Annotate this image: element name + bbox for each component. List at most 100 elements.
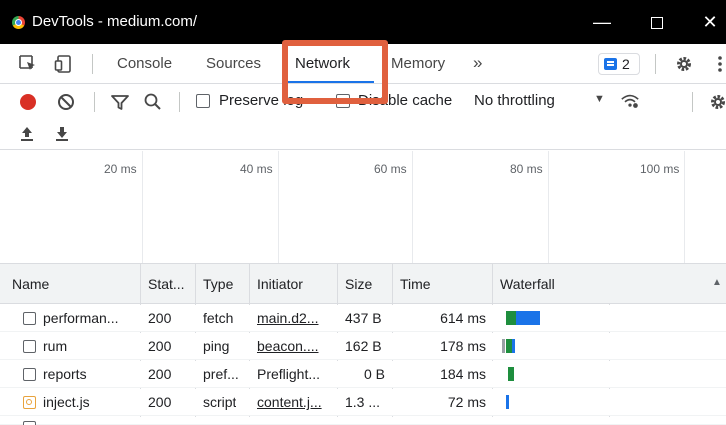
request-time: 614 ms: [440, 310, 486, 326]
column-header-size[interactable]: Size: [345, 276, 372, 292]
tab-memory[interactable]: Memory: [391, 55, 445, 72]
overview-gridline: [548, 151, 549, 263]
request-time: 72 ms: [447, 394, 486, 410]
maximize-button[interactable]: [643, 8, 671, 36]
issues-counter-button[interactable]: 2: [598, 53, 640, 75]
column-header-status[interactable]: Stat...: [148, 276, 185, 292]
search-icon[interactable]: [143, 92, 163, 112]
document-icon: [23, 368, 36, 381]
preserve-log-checkbox[interactable]: [196, 94, 210, 108]
overview-gridline: [142, 151, 143, 263]
title-bar: DevTools - medium.com/ — ✕: [0, 0, 726, 44]
column-header-name[interactable]: Name: [12, 276, 49, 292]
request-type: pref...: [203, 366, 239, 382]
column-header-time[interactable]: Time: [400, 276, 431, 292]
request-name: rum: [43, 338, 68, 354]
request-type: fetch: [203, 310, 234, 326]
column-header-initiator[interactable]: Initiator: [257, 276, 303, 292]
settings-gear-icon[interactable]: [674, 54, 694, 74]
chrome-logo-icon: [12, 16, 25, 29]
close-button[interactable]: ✕: [696, 8, 724, 36]
panel-tabs-bar: Console Sources Network Memory » 2: [0, 44, 726, 84]
request-status: 200: [148, 310, 172, 326]
overview-tick-label: 80 ms: [510, 162, 543, 176]
network-settings-gear-icon[interactable]: [708, 92, 726, 112]
column-header-waterfall[interactable]: Waterfall: [500, 276, 555, 292]
toolbar-separator: [179, 92, 180, 112]
request-name: performan...: [43, 310, 119, 326]
waterfall-bar-waiting: [508, 367, 514, 381]
disable-cache-checkbox[interactable]: [336, 94, 350, 108]
request-time: 184 ms: [440, 366, 486, 382]
request-initiator-link[interactable]: content.j...: [257, 394, 335, 410]
request-initiator: Preflight...: [257, 366, 321, 382]
request-size: 1.3 ...: [345, 394, 381, 410]
window-title: DevTools - medium.com/: [32, 13, 198, 30]
disable-cache-label: Disable cache: [358, 92, 453, 109]
network-toolbar: Preserve log Disable cache No throttling…: [0, 84, 726, 120]
request-initiator-link[interactable]: beacon....: [257, 338, 335, 354]
network-conditions-wifi-icon[interactable]: [620, 91, 640, 111]
issues-count: 2: [622, 56, 630, 72]
waterfall-bar-waiting: [506, 311, 516, 325]
request-time: 178 ms: [440, 338, 486, 354]
toolbar-separator: [94, 92, 95, 112]
overview-tick-label: 20 ms: [104, 162, 137, 176]
request-status: 200: [148, 394, 172, 410]
import-har-upload-icon[interactable]: [17, 124, 37, 144]
tab-sources[interactable]: Sources: [206, 55, 261, 72]
record-button[interactable]: [20, 94, 36, 110]
script-file-icon: [23, 396, 36, 409]
overview-gridline: [278, 151, 279, 263]
request-type: script: [203, 394, 237, 410]
document-icon: [23, 421, 36, 425]
request-name: reports: [43, 366, 87, 382]
overview-gridline: [684, 151, 685, 263]
waterfall-bar-download: [506, 395, 509, 409]
request-size: 162 B: [345, 338, 382, 354]
overview-tick-label: 100 ms: [640, 162, 680, 176]
tab-network[interactable]: Network: [295, 55, 350, 72]
request-initiator-link[interactable]: main.d2...: [257, 310, 335, 326]
waterfall-bar-download: [512, 339, 515, 353]
request-status: 200: [148, 338, 172, 354]
network-overview-timeline[interactable]: 20 ms 40 ms 60 ms 80 ms 100 ms: [0, 151, 726, 264]
import-export-toolbar: [0, 120, 726, 150]
export-har-download-icon[interactable]: [52, 124, 72, 144]
waterfall-bar-queueing: [502, 339, 505, 353]
minimize-button[interactable]: —: [588, 8, 616, 36]
column-header-type[interactable]: Type: [203, 276, 233, 292]
table-row[interactable]: performan... 200 fetch main.d2... 437 B …: [0, 305, 726, 332]
preserve-log-label: Preserve log: [219, 92, 304, 109]
active-tab-indicator: [288, 81, 374, 83]
request-name: inject.js: [43, 394, 90, 410]
request-status: 200: [148, 366, 172, 382]
chevron-down-icon[interactable]: ▼: [594, 93, 605, 105]
throttling-select[interactable]: No throttling: [474, 92, 555, 109]
request-size: 0 B: [363, 366, 385, 382]
waterfall-bar-download: [516, 311, 540, 325]
request-type: ping: [203, 338, 230, 354]
inspect-element-icon[interactable]: [18, 54, 38, 74]
toolbar-separator: [92, 54, 93, 74]
request-size: 437 B: [345, 310, 382, 326]
message-icon: [604, 58, 617, 70]
table-row[interactable]: [0, 417, 726, 425]
document-icon: [23, 340, 36, 353]
table-row[interactable]: reports 200 pref... Preflight... 0 B 184…: [0, 361, 726, 388]
table-row[interactable]: inject.js 200 script content.j... 1.3 ..…: [0, 389, 726, 416]
overview-tick-label: 60 ms: [374, 162, 407, 176]
more-tabs-chevron-icon[interactable]: »: [473, 53, 482, 73]
document-icon: [23, 312, 36, 325]
overview-gridline: [412, 151, 413, 263]
toolbar-separator: [655, 54, 656, 74]
toolbar-separator: [692, 92, 693, 112]
more-options-icon[interactable]: [710, 54, 726, 74]
device-toolbar-icon[interactable]: [54, 54, 74, 74]
overview-tick-label: 40 ms: [240, 162, 273, 176]
clear-icon[interactable]: [56, 92, 76, 112]
filter-icon[interactable]: [110, 92, 130, 112]
tab-console[interactable]: Console: [117, 55, 172, 72]
sort-ascending-icon[interactable]: ▲: [712, 277, 722, 288]
table-row[interactable]: rum 200 ping beacon.... 162 B 178 ms: [0, 333, 726, 360]
